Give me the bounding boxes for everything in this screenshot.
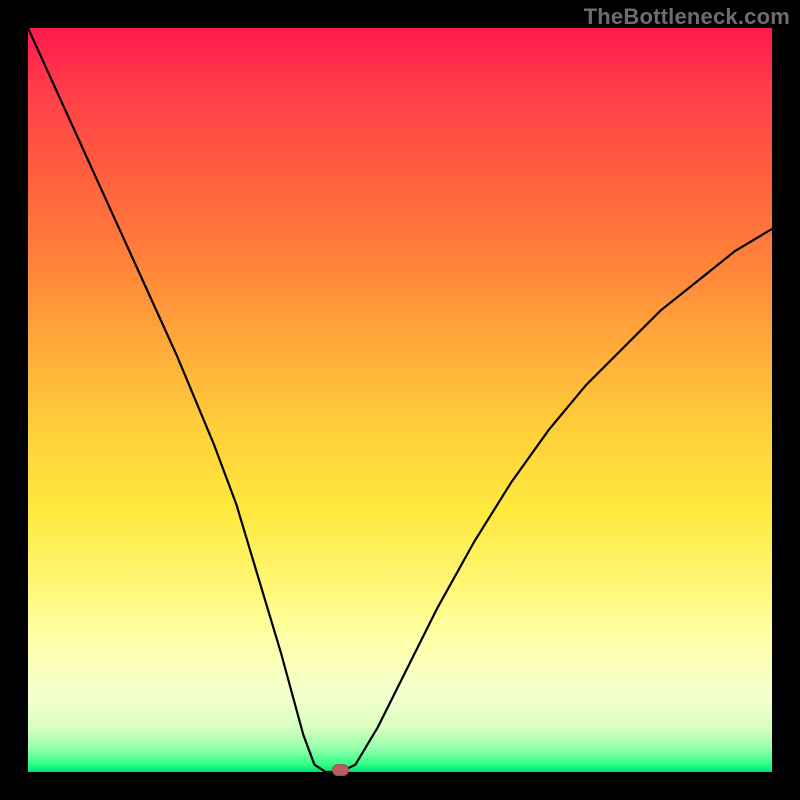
bottleneck-curve-path: [28, 28, 772, 772]
plot-area: [28, 28, 772, 772]
min-marker: [332, 764, 349, 776]
bottleneck-curve-svg: [28, 28, 772, 772]
chart-frame: TheBottleneck.com: [0, 0, 800, 800]
watermark-text: TheBottleneck.com: [584, 4, 790, 30]
